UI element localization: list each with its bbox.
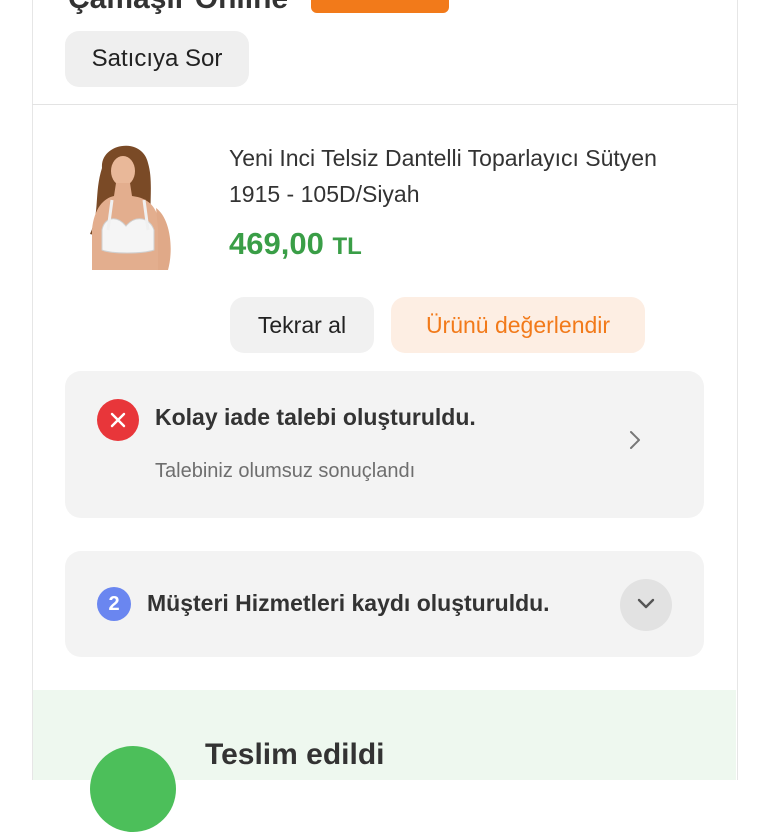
review-product-button[interactable]: Ürünü değerlendir <box>391 297 645 353</box>
seller-name[interactable]: Çamaşır Online <box>68 0 288 16</box>
product-price: 469,00 TL <box>229 226 362 262</box>
step-badge: 2 <box>97 587 131 621</box>
expand-button[interactable] <box>620 579 672 631</box>
delivery-status-text: Teslim edildi <box>205 738 385 771</box>
rebuy-button[interactable]: Tekrar al <box>230 297 374 353</box>
follow-button[interactable] <box>311 0 449 13</box>
return-request-title: Kolay iade talebi oluşturuldu. <box>155 404 476 430</box>
delivered-status-icon <box>90 746 176 832</box>
price-currency: TL <box>332 233 362 260</box>
product-image[interactable] <box>82 138 180 270</box>
close-icon <box>97 399 139 441</box>
customer-service-title: Müşteri Hizmetleri kaydı oluşturuldu. <box>147 590 550 616</box>
return-request-panel[interactable] <box>65 371 704 518</box>
chevron-right-icon <box>624 429 646 451</box>
ask-seller-button[interactable]: Satıcıya Sor <box>65 31 249 87</box>
chevron-down-icon <box>634 591 658 620</box>
divider <box>32 104 738 105</box>
return-request-subtitle: Talebiniz olumsuz sonuçlandı <box>155 460 416 482</box>
product-title[interactable]: Yeni Inci Telsiz Dantelli Toparlayıcı Sü… <box>229 140 709 212</box>
price-value: 469,00 <box>229 226 324 261</box>
